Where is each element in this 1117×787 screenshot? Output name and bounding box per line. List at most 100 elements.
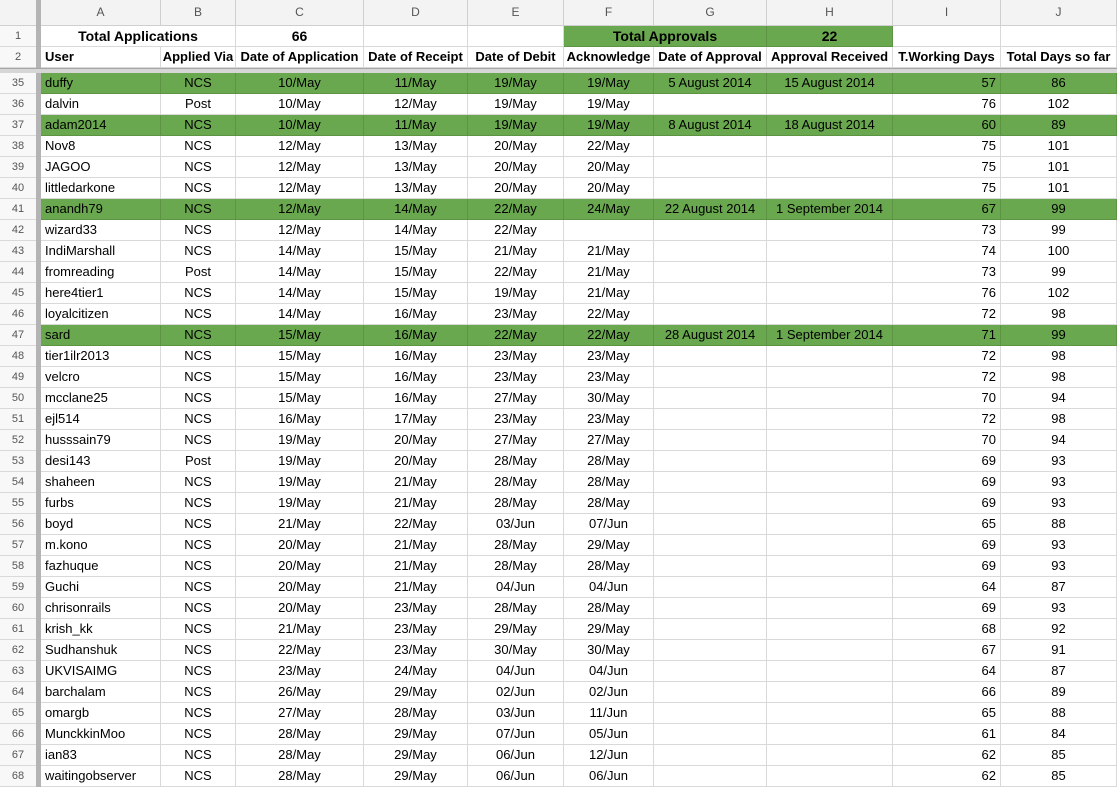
cell-debit[interactable]: 30/May [468,640,564,661]
empty-cell[interactable] [468,26,564,47]
cell-ack[interactable]: 19/May [564,94,654,115]
cell-receipt[interactable]: 21/May [364,472,468,493]
cell-user[interactable]: Sudhanshuk [41,640,161,661]
cell-total[interactable]: 88 [1001,703,1117,724]
total-approvals-label[interactable]: Total Approvals [564,26,767,47]
cell-ack[interactable]: 28/May [564,472,654,493]
cell-user[interactable]: adam2014 [41,115,161,136]
cell-receipt[interactable]: 20/May [364,430,468,451]
cell-receipt[interactable]: 13/May [364,157,468,178]
cell-user[interactable]: MunckkinMoo [41,724,161,745]
cell-ack[interactable]: 20/May [564,178,654,199]
cell-debit[interactable]: 23/May [468,304,564,325]
cell-user[interactable]: desi143 [41,451,161,472]
cell-application[interactable]: 10/May [236,94,364,115]
cell-working[interactable]: 69 [893,598,1001,619]
cell-user[interactable]: mcclane25 [41,388,161,409]
cell-receipt[interactable]: 21/May [364,556,468,577]
cell-total[interactable]: 89 [1001,682,1117,703]
cell-application[interactable]: 15/May [236,346,364,367]
row-number[interactable]: 65 [0,703,36,724]
cell-via[interactable]: NCS [161,325,236,346]
cell-debit[interactable]: 19/May [468,283,564,304]
cell-application[interactable]: 12/May [236,199,364,220]
cell-total[interactable]: 101 [1001,136,1117,157]
cell-debit[interactable]: 28/May [468,493,564,514]
cell-total[interactable]: 93 [1001,451,1117,472]
cell-approval[interactable] [654,640,767,661]
cell-application[interactable]: 28/May [236,745,364,766]
cell-received[interactable]: 1 September 2014 [767,325,893,346]
cell-receipt[interactable]: 16/May [364,388,468,409]
cell-working[interactable]: 62 [893,766,1001,787]
cell-via[interactable]: NCS [161,136,236,157]
cell-user[interactable]: velcro [41,367,161,388]
cell-application[interactable]: 15/May [236,367,364,388]
cell-working[interactable]: 70 [893,430,1001,451]
cell-working[interactable]: 73 [893,220,1001,241]
cell-total[interactable]: 98 [1001,367,1117,388]
cell-total[interactable]: 102 [1001,94,1117,115]
cell-user[interactable]: UKVISAIMG [41,661,161,682]
cell-ack[interactable]: 12/Jun [564,745,654,766]
cell-user[interactable]: Guchi [41,577,161,598]
cell-working[interactable]: 67 [893,199,1001,220]
cell-debit[interactable]: 22/May [468,199,564,220]
cell-ack[interactable]: 28/May [564,598,654,619]
cell-approval[interactable] [654,304,767,325]
row-number[interactable]: 50 [0,388,36,409]
cell-user[interactable]: ejl514 [41,409,161,430]
cell-approval[interactable] [654,262,767,283]
cell-via[interactable]: NCS [161,367,236,388]
cell-working[interactable]: 71 [893,325,1001,346]
cell-user[interactable]: chrisonrails [41,598,161,619]
row-number[interactable]: 39 [0,157,36,178]
cell-ack[interactable]: 23/May [564,346,654,367]
cell-ack[interactable]: 02/Jun [564,682,654,703]
header-total-days[interactable]: Total Days so far [1001,47,1117,68]
cell-application[interactable]: 15/May [236,325,364,346]
cell-via[interactable]: NCS [161,640,236,661]
cell-application[interactable]: 23/May [236,661,364,682]
cell-via[interactable]: NCS [161,115,236,136]
cell-working[interactable]: 66 [893,682,1001,703]
cell-via[interactable]: NCS [161,73,236,94]
row-number[interactable]: 40 [0,178,36,199]
cell-approval[interactable] [654,94,767,115]
cell-received[interactable] [767,472,893,493]
cell-user[interactable]: duffy [41,73,161,94]
cell-debit[interactable]: 28/May [468,598,564,619]
cell-working[interactable]: 72 [893,367,1001,388]
cell-application[interactable]: 28/May [236,766,364,787]
cell-working[interactable]: 60 [893,115,1001,136]
column-header-i[interactable]: I [893,0,1001,26]
cell-via[interactable]: NCS [161,745,236,766]
cell-approval[interactable] [654,493,767,514]
cell-receipt[interactable]: 21/May [364,535,468,556]
row-number[interactable]: 55 [0,493,36,514]
header-date-of-application[interactable]: Date of Application [236,47,364,68]
cell-total[interactable]: 93 [1001,493,1117,514]
cell-receipt[interactable]: 29/May [364,766,468,787]
header-acknowledge[interactable]: Acknowledge [564,47,654,68]
cell-application[interactable]: 20/May [236,598,364,619]
cell-via[interactable]: NCS [161,766,236,787]
cell-debit[interactable]: 28/May [468,556,564,577]
cell-approval[interactable] [654,556,767,577]
cell-approval[interactable] [654,367,767,388]
cell-received[interactable] [767,220,893,241]
cell-working[interactable]: 69 [893,472,1001,493]
cell-total[interactable]: 100 [1001,241,1117,262]
cell-total[interactable]: 93 [1001,535,1117,556]
cell-working[interactable]: 69 [893,535,1001,556]
cell-ack[interactable]: 22/May [564,304,654,325]
cell-approval[interactable] [654,724,767,745]
cell-working[interactable]: 75 [893,157,1001,178]
cell-debit[interactable]: 03/Jun [468,703,564,724]
cell-receipt[interactable]: 16/May [364,325,468,346]
cell-working[interactable]: 76 [893,94,1001,115]
cell-application[interactable]: 28/May [236,724,364,745]
cell-received[interactable]: 1 September 2014 [767,199,893,220]
row-number[interactable]: 52 [0,430,36,451]
cell-via[interactable]: NCS [161,304,236,325]
